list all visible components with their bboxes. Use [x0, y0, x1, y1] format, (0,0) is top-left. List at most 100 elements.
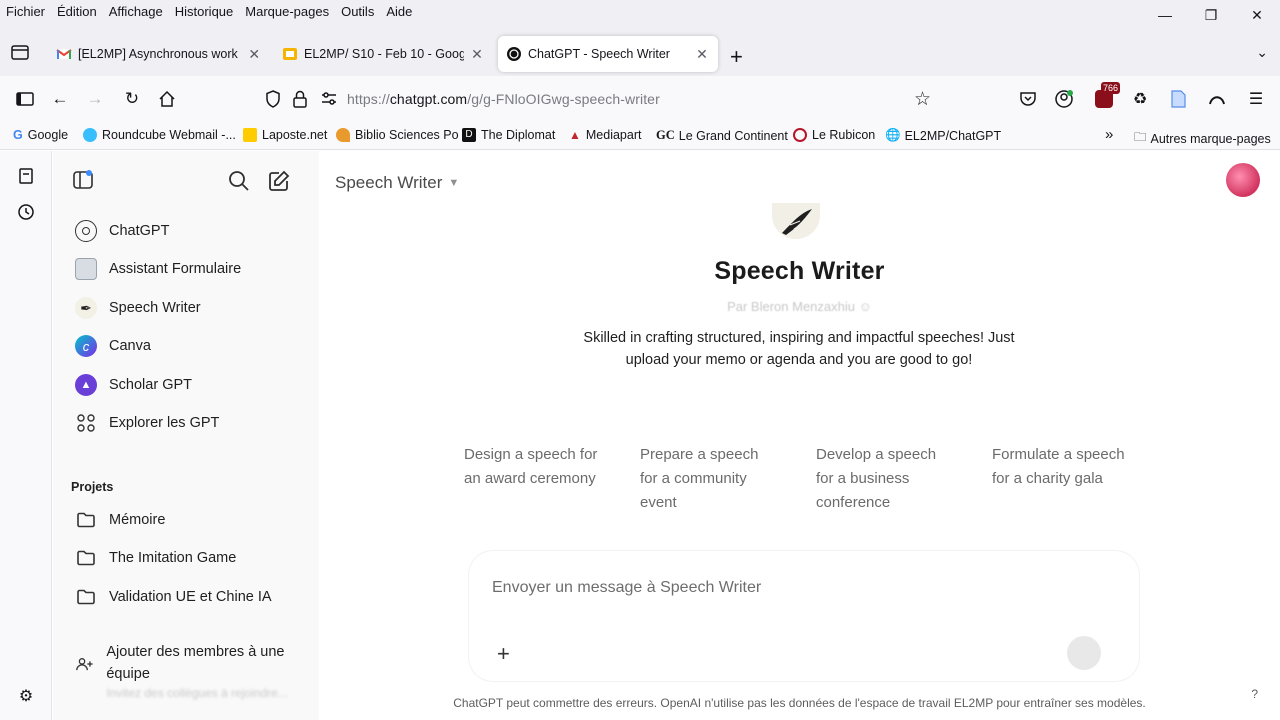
bookmark-other[interactable]: 🗀 Autres marque-pages	[1134, 128, 1271, 149]
tab-title: [EL2MP] Asynchronous work -	[78, 47, 241, 61]
pocket-icon[interactable]	[1017, 88, 1039, 110]
assistant-formulaire-icon	[75, 258, 97, 280]
gpt-selector[interactable]: Speech Writer ▼	[335, 173, 459, 193]
bookmark-roundcube[interactable]: Roundcube Webmail -...	[83, 128, 236, 142]
mediapart-icon: ▲	[569, 128, 581, 142]
settings-gear-icon[interactable]: ⚙	[15, 685, 37, 707]
bookmark-mediapart[interactable]: ▲ Mediapart	[569, 128, 641, 142]
account-icon[interactable]	[1053, 88, 1075, 110]
bookmark-el2mp-chatgpt[interactable]: 🌐 EL2MP/ChatGPT	[885, 128, 1001, 143]
menu-bar: Fichier Édition Affichage Historique Mar…	[0, 0, 1280, 22]
send-button[interactable]	[1067, 636, 1101, 670]
tab-gmail[interactable]: [EL2MP] Asynchronous work - ✕	[48, 36, 270, 72]
openai-icon	[507, 47, 521, 61]
forward-icon[interactable]: →	[84, 88, 106, 110]
project-label: Mémoire	[109, 512, 166, 528]
starter-charity-gala[interactable]: Formulate a speech for a charity gala	[978, 429, 1146, 537]
menu-edition[interactable]: Édition	[51, 4, 103, 19]
back-icon[interactable]: ←	[49, 88, 71, 110]
bookmark-google[interactable]: G Google	[13, 128, 68, 142]
bookmark-rubicon[interactable]: Le Rubicon	[793, 128, 875, 142]
tab-list-icon[interactable]	[10, 43, 30, 61]
bookmark-label: Roundcube Webmail -...	[102, 128, 236, 142]
help-button[interactable]: ?	[1251, 687, 1258, 701]
close-tab-icon[interactable]: ✕	[246, 46, 262, 63]
history-icon[interactable]	[15, 201, 37, 223]
sidebar-item-label: Speech Writer	[109, 300, 201, 316]
sidebar-item-canva[interactable]: c Canva	[67, 328, 305, 364]
quill-icon: ✒	[75, 297, 97, 319]
sidebar-item-speech-writer[interactable]: ✒ Speech Writer	[67, 290, 305, 326]
bookmark-label: Mediapart	[585, 128, 642, 142]
bookmark-label: Laposte.net	[262, 128, 328, 142]
menu-outils[interactable]: Outils	[335, 4, 380, 19]
tab-chatgpt[interactable]: ChatGPT - Speech Writer ✕	[498, 36, 718, 72]
chevron-down-icon[interactable]: ⌄	[1256, 44, 1268, 61]
menu-marque-pages[interactable]: Marque-pages	[239, 4, 335, 19]
sidebar-toggle-icon[interactable]	[14, 88, 36, 110]
sidebar-item-assistant-formulaire[interactable]: Assistant Formulaire	[67, 251, 305, 287]
extensions-puzzle-icon[interactable]: ♻	[1129, 88, 1151, 110]
lock-icon[interactable]	[291, 89, 309, 109]
url-text[interactable]: https://chatgpt.com/g/g-FNloOIGwg-speech…	[347, 91, 660, 107]
close-tab-icon[interactable]: ✕	[470, 46, 484, 63]
search-icon[interactable]	[227, 169, 251, 193]
project-memoire[interactable]: Mémoire	[67, 502, 305, 538]
project-imitation-game[interactable]: The Imitation Game	[67, 540, 305, 576]
rubicon-icon	[793, 128, 807, 142]
avatar[interactable]	[1226, 163, 1260, 197]
bookmarks-overflow-icon[interactable]: »	[1105, 126, 1113, 143]
tab-google-slides[interactable]: EL2MP/ S10 - Feb 10 - Google S ✕	[274, 36, 492, 72]
add-team-members[interactable]: Ajouter des membres à une équipe Invitez…	[67, 641, 305, 701]
bookmark-diplomat[interactable]: D The Diplomat	[462, 128, 555, 142]
sidebar-item-explorer-gpt[interactable]: Explorer les GPT	[67, 405, 305, 441]
starter-community-event[interactable]: Prepare a speech for a community event	[626, 429, 794, 537]
adblock-extension-icon[interactable]: 766	[1093, 82, 1120, 110]
bookmark-label: Le Rubicon	[812, 128, 876, 142]
quill-logo-icon	[772, 203, 820, 239]
folder-icon	[77, 589, 95, 605]
gmail-icon	[56, 49, 72, 59]
reader-extension-icon[interactable]	[1167, 88, 1189, 110]
shield-icon[interactable]	[263, 89, 283, 109]
menu-affichage[interactable]: Affichage	[103, 4, 169, 19]
home-icon[interactable]	[156, 88, 178, 110]
menu-fichier[interactable]: Fichier	[0, 4, 51, 19]
new-chat-icon[interactable]	[267, 169, 291, 193]
close-sidebar-icon[interactable]	[72, 169, 94, 191]
bookmark-laposte[interactable]: Laposte.net	[243, 128, 327, 142]
menu-aide[interactable]: Aide	[380, 4, 418, 19]
hamburger-menu-icon[interactable]: ☰	[1245, 88, 1267, 110]
chat-main: Speech Writer ▼ Speech Writer Par Bleron…	[319, 151, 1280, 720]
firefox-view-icon[interactable]	[1206, 88, 1228, 110]
nav-bar: ← → ↻ https://chatgpt.com/g/g-FNloOIGwg-…	[0, 76, 1280, 122]
sidebar-item-scholar-gpt[interactable]: ▲ Scholar GPT	[67, 367, 305, 403]
message-composer[interactable]: Envoyer un message à Speech Writer +	[469, 551, 1139, 681]
grand-continent-icon: GC	[656, 128, 675, 142]
diplomat-icon: D	[462, 128, 476, 142]
permissions-icon[interactable]	[320, 90, 338, 108]
bookmark-label: Le Grand Continent	[678, 128, 788, 143]
tab-title: EL2MP/ S10 - Feb 10 - Google S	[304, 47, 465, 61]
bookmarks-sidebar-icon[interactable]	[15, 165, 37, 187]
new-tab-icon[interactable]: +	[730, 44, 743, 70]
bookmark-biblio[interactable]: Biblio Sciences Po	[336, 128, 459, 142]
gpt-selector-label: Speech Writer	[335, 173, 443, 192]
url-bar[interactable]: https://chatgpt.com/g/g-FNloOIGwg-speech…	[258, 82, 948, 116]
starter-business-conference[interactable]: Develop a speech for a business conferen…	[802, 429, 970, 537]
sidebar-item-chatgpt[interactable]: ChatGPT	[67, 213, 305, 249]
extension-badge: 766	[1100, 82, 1120, 94]
message-input[interactable]: Envoyer un message à Speech Writer	[492, 579, 761, 597]
gpt-author[interactable]: Par Bleron Menzaxhiu ☺	[319, 299, 1280, 314]
bookmark-star-icon[interactable]: ☆	[914, 88, 931, 111]
menu-historique[interactable]: Historique	[169, 4, 240, 19]
roundcube-icon	[83, 128, 97, 142]
attach-plus-icon[interactable]: +	[497, 641, 510, 667]
starter-award-ceremony[interactable]: Design a speech for an award ceremony	[450, 429, 618, 537]
bookmark-grand-continent[interactable]: GC Le Grand Continent	[656, 128, 788, 143]
project-validation-ue[interactable]: Validation UE et Chine IA	[67, 579, 305, 615]
google-slides-icon	[283, 48, 297, 60]
sidebar-item-label: ChatGPT	[109, 223, 170, 239]
reload-icon[interactable]: ↻	[121, 88, 143, 110]
close-tab-icon[interactable]: ✕	[694, 46, 710, 63]
